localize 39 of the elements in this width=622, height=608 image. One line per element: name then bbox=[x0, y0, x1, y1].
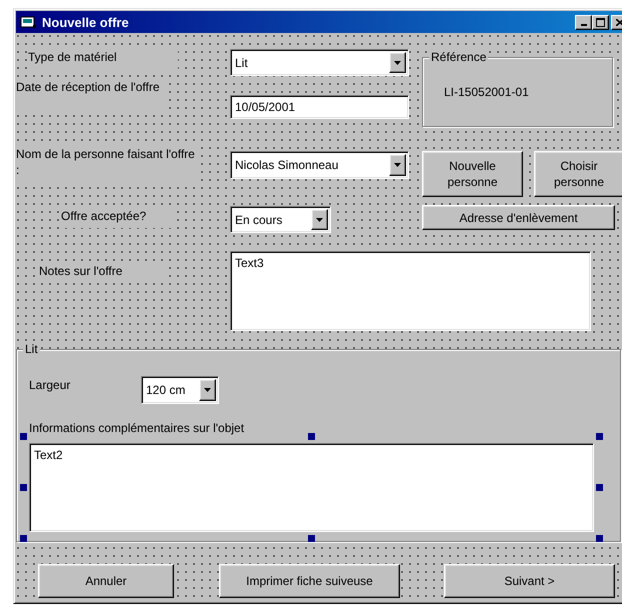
minimize-icon bbox=[580, 24, 586, 26]
reference-number: LI-15052001-01 bbox=[444, 85, 529, 99]
text-field[interactable]: 10/05/2001 bbox=[230, 95, 409, 119]
address-button[interactable]: Adresse d'enlèvement bbox=[422, 205, 615, 230]
close-icon bbox=[616, 18, 622, 26]
selection-handle[interactable] bbox=[20, 535, 27, 542]
dropdown-arrow-icon bbox=[394, 60, 401, 64]
selection-handle[interactable] bbox=[20, 484, 27, 491]
combo-box[interactable]: Lit bbox=[230, 49, 409, 76]
dropdown-arrow-icon bbox=[204, 388, 211, 392]
selection-handle[interactable] bbox=[596, 433, 603, 440]
text-area[interactable]: Text2 bbox=[29, 443, 594, 532]
selection-handle[interactable] bbox=[20, 433, 27, 440]
dropdown-arrow-icon bbox=[316, 218, 323, 222]
field-label: Offre acceptée? bbox=[61, 208, 171, 228]
selection-handle[interactable] bbox=[596, 535, 603, 542]
selection-handle[interactable] bbox=[596, 484, 603, 491]
dropdown-button[interactable] bbox=[389, 154, 406, 176]
maximize-icon bbox=[596, 18, 605, 26]
window-icon bbox=[20, 15, 37, 29]
dialog-button[interactable]: Annuler bbox=[38, 564, 174, 598]
dropdown-button[interactable] bbox=[389, 52, 406, 73]
person-button[interactable]: Nouvelle personne bbox=[422, 151, 523, 197]
dropdown-arrow-icon bbox=[394, 163, 401, 167]
dropdown-button[interactable] bbox=[199, 379, 216, 401]
person-button[interactable]: Choisir personne bbox=[534, 151, 622, 197]
combo-box[interactable]: 120 cm bbox=[141, 376, 219, 404]
field-label: Type de matériel bbox=[28, 49, 178, 69]
text-area[interactable]: Text3 bbox=[230, 251, 591, 331]
combo-box[interactable]: Nicolas Simonneau bbox=[230, 151, 409, 179]
dialog-button[interactable]: Imprimer fiche suiveuse bbox=[219, 564, 400, 598]
window-title: Nouvelle offre bbox=[42, 14, 130, 30]
minimize-button[interactable] bbox=[575, 14, 592, 30]
selection-handle[interactable] bbox=[308, 433, 315, 440]
combo-box[interactable]: En cours bbox=[230, 206, 331, 233]
maximize-button[interactable] bbox=[592, 14, 609, 30]
dialog-button[interactable]: Suivant > bbox=[444, 564, 615, 598]
dropdown-button[interactable] bbox=[311, 209, 328, 230]
selection-handle[interactable] bbox=[308, 535, 315, 542]
